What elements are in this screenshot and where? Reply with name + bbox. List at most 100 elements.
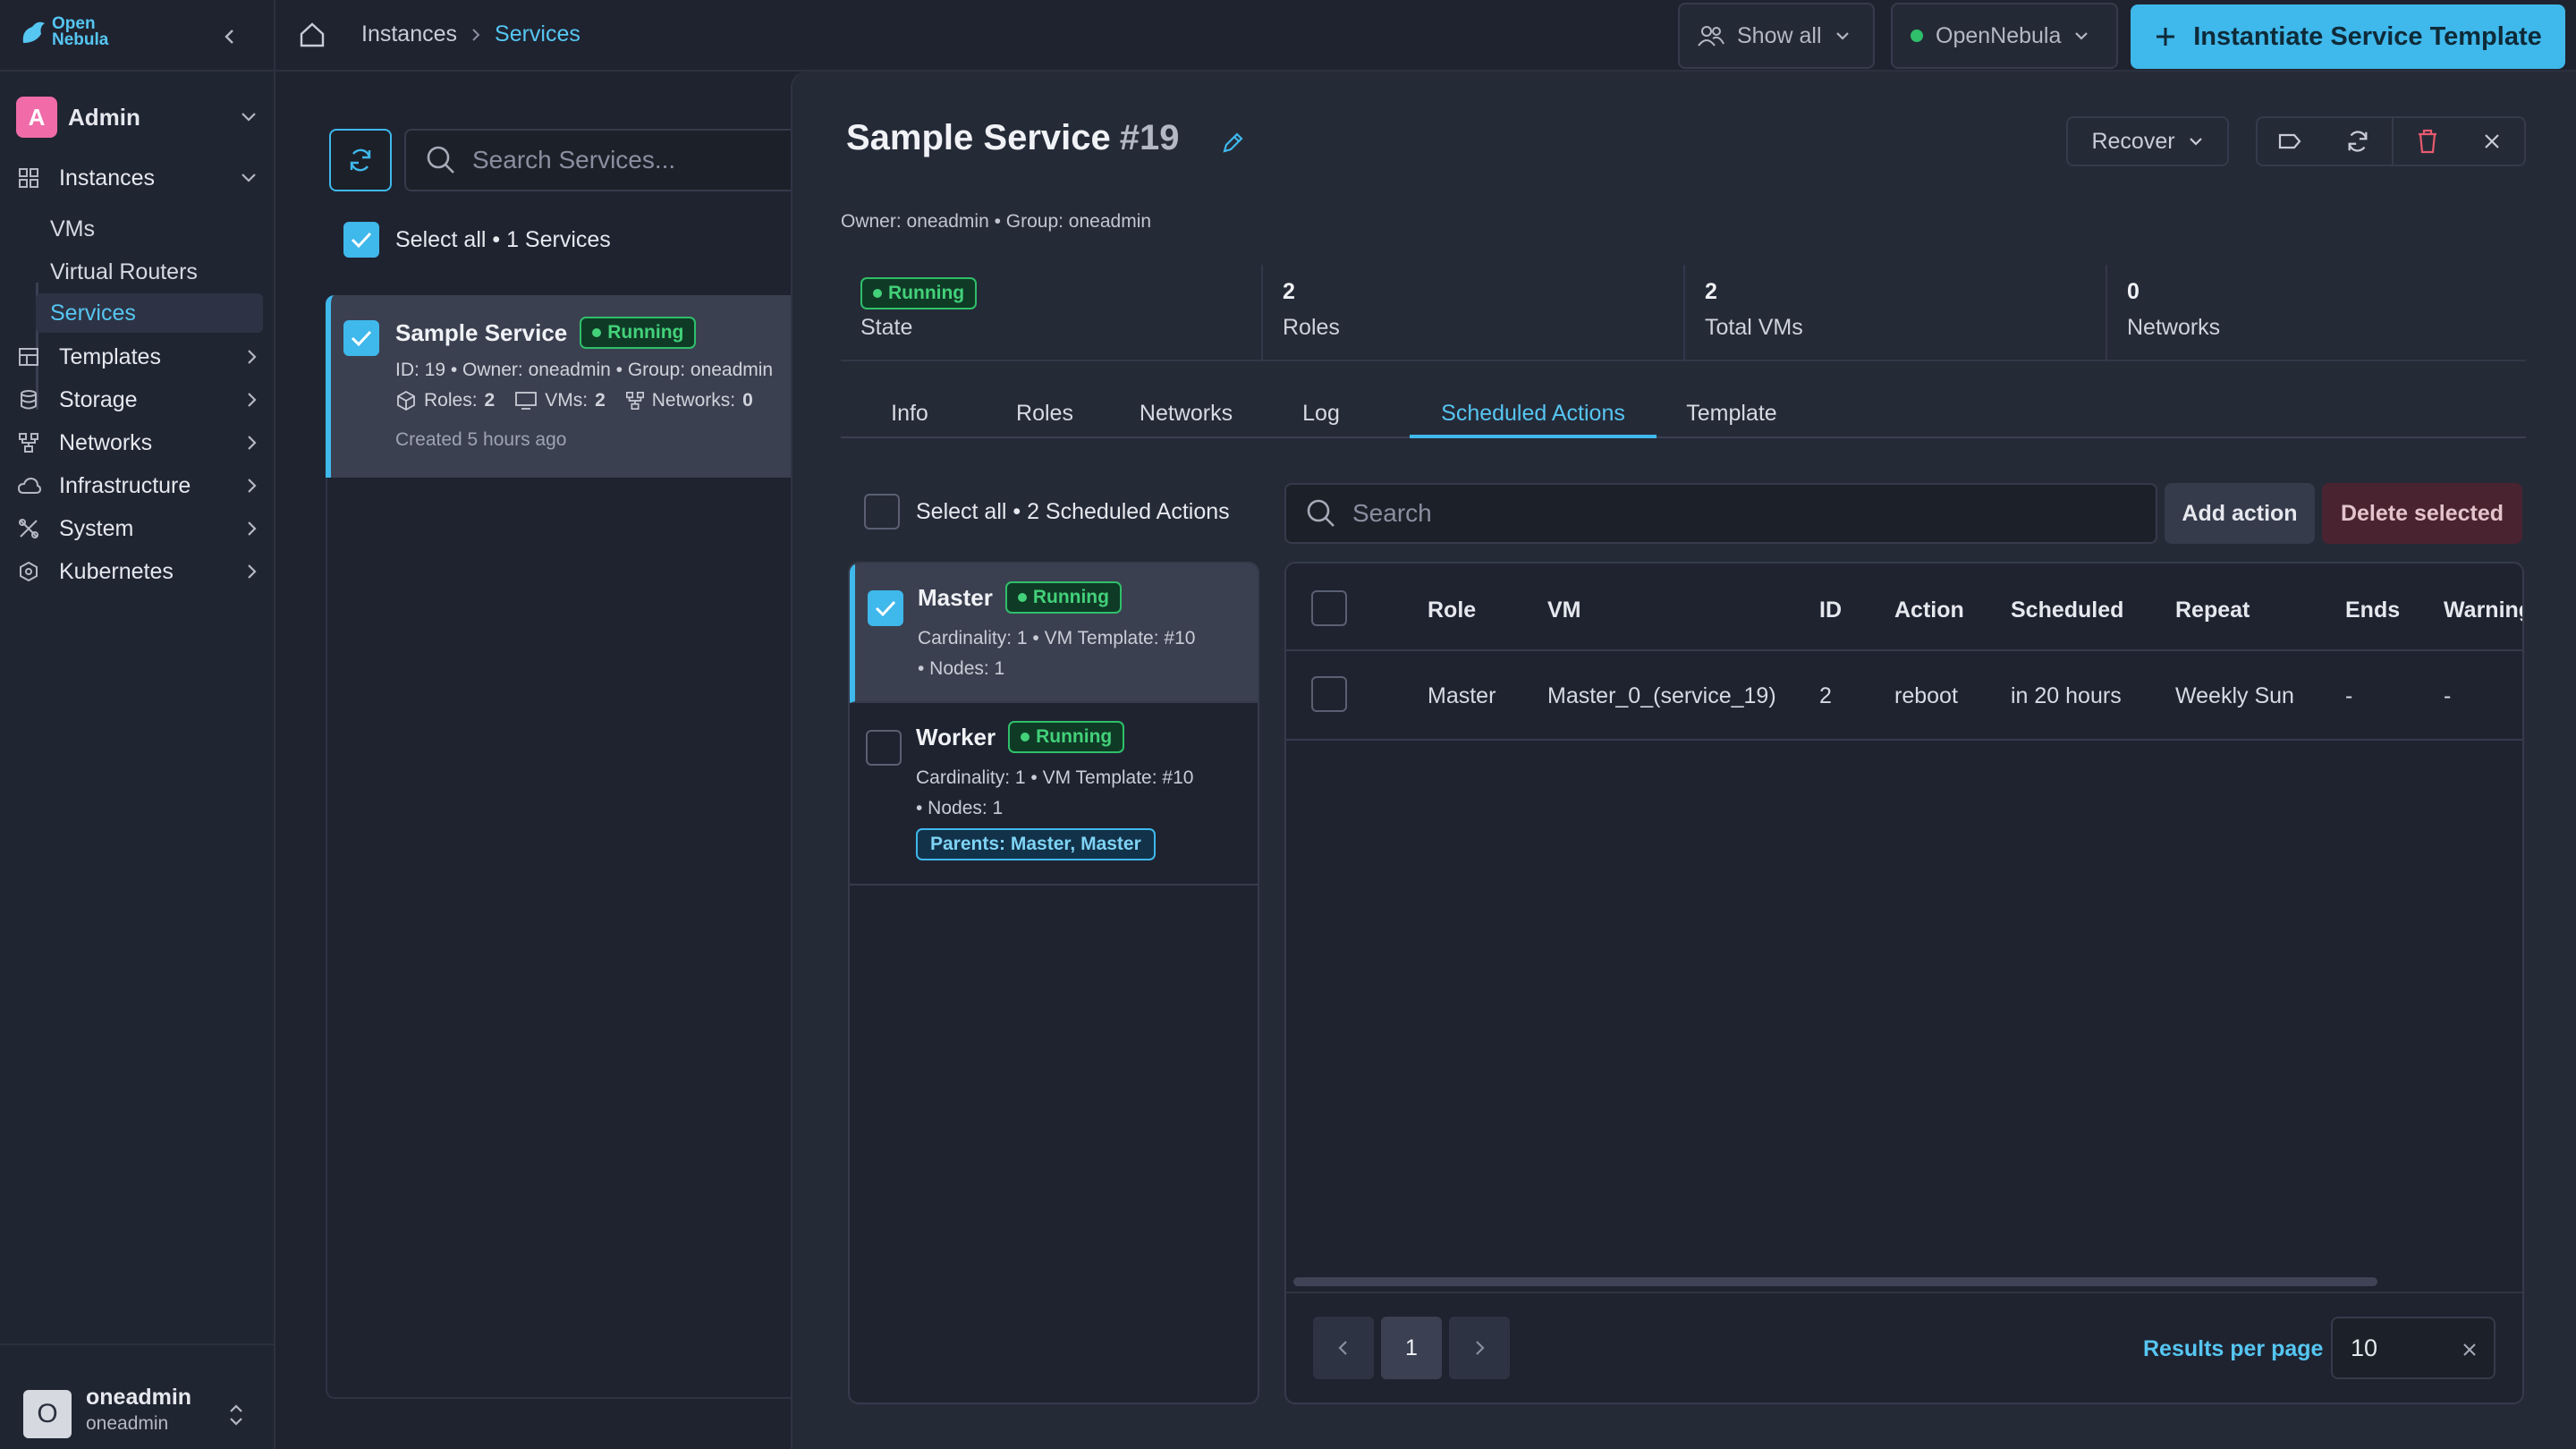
refresh-detail-button[interactable] [2326,118,2390,165]
collapse-sidebar-button[interactable] [215,21,245,52]
add-action-button[interactable]: Add action [2165,483,2315,544]
search-icon [427,146,454,174]
tag-icon [2278,133,2301,149]
search-actions-placeholder: Search [1352,499,1432,527]
sidebar-item-label: Networks [59,429,153,455]
select-all-scheduled-label: Select all • 2 Scheduled Actions [916,498,1230,524]
delete-service-button[interactable] [2395,118,2460,165]
select-all-rows-checkbox[interactable] [1311,590,1347,626]
sidebar-subitem-services[interactable]: Services [36,293,263,333]
role-card-checkbox[interactable] [866,730,902,766]
select-all-roles-checkbox[interactable] [864,494,900,530]
tab-roles[interactable]: Roles [989,401,1100,438]
chevron-down-icon [242,113,256,122]
breadcrumb-services[interactable]: Services [495,21,580,47]
service-card-checkbox[interactable] [343,320,379,356]
status-badge: Running [860,277,978,309]
breadcrumb-instances[interactable]: Instances [361,21,457,47]
roles-panel: Master Running Cardinality: 1 • VM Templ… [848,562,1259,1404]
role-card-checkbox[interactable] [868,590,903,626]
sidebar-item-label: System [59,515,134,541]
results-per-page-select[interactable]: 10 [2331,1317,2496,1379]
refresh-icon [350,148,371,172]
home-button[interactable] [297,20,327,50]
sidebar-item-instances[interactable]: Instances [18,159,258,197]
sidebar-subitem-virtual-routers[interactable]: Virtual Routers [36,252,263,292]
page-button-current[interactable]: 1 [1381,1317,1442,1379]
results-per-page-value: 10 [2351,1334,2378,1361]
column-header-warning[interactable]: Warning [2444,597,2522,623]
role-meta: Cardinality: 1 • VM Template: #10 [916,767,1194,788]
opennebula-logo[interactable]: Open Nebula [20,15,109,49]
cell-id: 2 [1819,683,1832,708]
column-header-repeat[interactable]: Repeat [2175,597,2250,623]
tab-log[interactable]: Log [1272,401,1370,438]
roles-count: 2 [484,390,496,411]
status-badge: Running [1004,581,1122,614]
vms-label: VMs: [545,390,589,411]
select-all-checkbox[interactable] [343,222,379,258]
service-card-counts: Roles: 2 VMs: 2 Networks: 0 [395,390,753,411]
stat-value: 2 [1705,279,1717,304]
instantiate-service-template-button[interactable]: Instantiate Service Template [2131,4,2565,69]
sidebar-item-infrastructure[interactable]: Infrastructure [18,467,258,504]
status-badge: Running [1008,721,1125,753]
refresh-icon [2348,131,2368,152]
tab-networks[interactable]: Networks [1109,401,1263,438]
column-header-role[interactable]: Role [1428,597,1476,623]
parents-badge: Parents: Master, Master [916,828,1156,860]
trash-icon [2419,129,2436,154]
sidebar-item-networks[interactable]: Networks [18,424,258,462]
column-header-ends[interactable]: Ends [2345,597,2400,623]
prev-page-button[interactable] [1313,1317,1374,1379]
role-card-master[interactable]: Master Running Cardinality: 1 • VM Templ… [850,564,1258,703]
column-header-vm[interactable]: VM [1547,597,1581,623]
cell-action: reboot [1894,683,1958,708]
user-menu[interactable]: O oneadmin oneadmin [0,1343,274,1449]
owner-group-line: Owner: oneadmin • Group: oneadmin [841,211,1152,232]
zone-dropdown[interactable]: OpenNebula [1891,3,2118,69]
service-title: Sample Service [846,118,1111,157]
roles-label: Roles: [424,390,478,411]
sidebar-item-system[interactable]: System [18,510,258,547]
service-card[interactable]: Sample Service Running ID: 19 • Owner: o… [326,295,826,478]
chevron-right-icon [472,28,480,41]
cell-role: Master [1428,683,1496,708]
clear-icon[interactable] [2462,1342,2478,1358]
refresh-services-button[interactable] [329,129,392,191]
tab-template[interactable]: Template [1671,401,1792,438]
next-page-button[interactable] [1449,1317,1510,1379]
chevron-right-icon [248,521,257,536]
sidebar-item-storage[interactable]: Storage [18,381,258,419]
sidebar-subitem-vms[interactable]: VMs [36,209,263,249]
close-detail-button[interactable] [2460,118,2524,165]
column-header-scheduled[interactable]: Scheduled [2011,597,2123,623]
recover-dropdown[interactable]: Recover [2066,116,2229,166]
role-card-worker[interactable]: Worker Running Cardinality: 1 • VM Templ… [850,703,1258,886]
sidebar-item-templates[interactable]: Templates [18,338,258,376]
status-badge-label: Running [607,322,684,343]
label-button[interactable] [2258,118,2322,165]
delete-selected-button[interactable]: Delete selected [2322,483,2522,544]
column-header-action[interactable]: Action [1894,597,1964,623]
row-checkbox[interactable] [1311,676,1347,712]
select-all-scheduled-actions[interactable]: Select all • 2 Scheduled Actions [864,494,1230,530]
stat-value: 0 [2127,279,2140,304]
search-services-placeholder: Search Services... [472,146,676,174]
sidebar-item-label: Infrastructure [59,472,191,498]
select-all-services[interactable]: Select all • 1 Services [343,222,611,258]
column-header-id[interactable]: ID [1819,597,1842,623]
tab-info[interactable]: Info [841,401,979,438]
users-icon [1698,26,1724,47]
horizontal-scrollbar[interactable] [1293,1277,2377,1286]
search-services-input[interactable]: Search Services... [404,129,798,191]
logo-line2: Nebula [52,30,109,49]
edit-pencil-icon[interactable] [1220,131,1245,156]
chevron-down-icon [1835,32,1849,40]
show-all-dropdown[interactable]: Show all [1678,3,1875,69]
group-switcher[interactable]: A Admin [16,97,258,138]
search-actions-input[interactable]: Search [1284,483,2157,544]
sidebar-item-kubernetes[interactable]: Kubernetes [18,553,258,590]
tab-scheduled-actions[interactable]: Scheduled Actions [1410,401,1657,438]
service-card-meta: ID: 19 • Owner: oneadmin • Group: oneadm… [395,360,774,380]
